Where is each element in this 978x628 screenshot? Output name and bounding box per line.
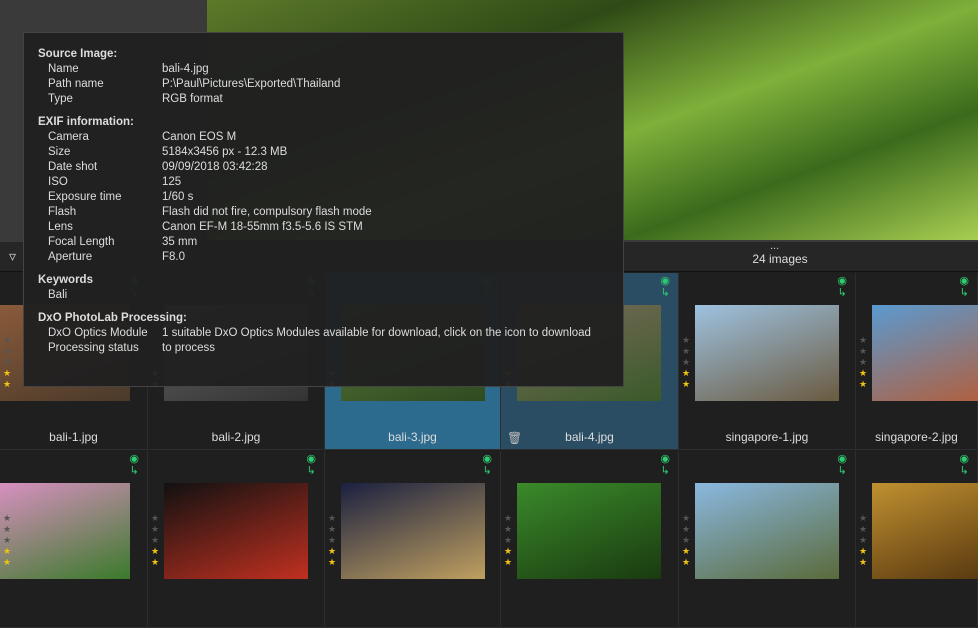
star-rating[interactable]: ★★★★★ [3, 513, 11, 568]
thumbnail-image [164, 483, 308, 579]
star-rating[interactable]: ★★★★★ [151, 513, 159, 568]
thumbnail-image [341, 483, 485, 579]
info-row: Date shot 09/09/2018 03:42:28 [38, 160, 609, 175]
image-info-tooltip: Source Image: Name bali-4.jpg Path name P:\P… [23, 32, 624, 387]
thumbnail-image [0, 483, 130, 579]
star-rating[interactable]: ★★★★★ [328, 513, 336, 568]
star-rating[interactable]: ★★★★★ [859, 335, 867, 390]
info-value: bali-4.jpg [162, 63, 209, 75]
info-label: Exposure time [48, 191, 122, 203]
info-label: Size [48, 146, 71, 158]
info-label: DxO Optics Module [48, 327, 148, 339]
info-row: Path name P:\Paul\Pictures\Exported\Thail… [38, 77, 609, 92]
info-row: Name bali-4.jpg [38, 62, 609, 77]
star-rating[interactable]: ★★★★★ [682, 513, 690, 568]
info-value: F8.0 [162, 251, 186, 263]
info-row: Type RGB format [38, 92, 609, 107]
info-label: ISO [48, 176, 68, 188]
star-rating[interactable]: ★★★★★ [682, 335, 690, 390]
info-label: Path name [48, 78, 104, 90]
thumbnail-cell[interactable]: ◉ ↳ ★ ★ ★ ★ ★ [679, 451, 856, 628]
star-rating[interactable]: ★★★★★ [504, 513, 512, 568]
thumbnail-cell[interactable]: ◉ ↳ ★ ★ ★ ★ ★ [325, 451, 501, 628]
thumbnail-filename: bali-4.jpg [565, 430, 614, 444]
info-row: Focal Length 35 mm [38, 235, 609, 250]
info-row: Size 5184x3456 px - 12.3 MB [38, 145, 609, 160]
info-value: P:\Paul\Pictures\Exported\Thailand [162, 78, 341, 90]
thumbnail-filename: bali-3.jpg [388, 430, 437, 444]
info-row: Camera Canon EOS M [38, 130, 609, 145]
info-value: 5184x3456 px - 12.3 MB [162, 146, 288, 158]
info-row: Processing status to process [38, 341, 609, 356]
info-row: Flash Flash did not fire, compulsory flas… [38, 205, 609, 220]
download-module-icon[interactable]: ◉↳ [129, 453, 139, 477]
thumbnail-cell[interactable]: ◉ ↳ ★ ★ ★ ★ ★ [501, 451, 679, 628]
info-label: Type [48, 93, 73, 105]
info-label: Focal Length [48, 236, 115, 248]
trash-icon[interactable]: 🗑 [507, 431, 522, 445]
info-value: Canon EF-M 18-55mm f3.5-5.6 IS STM [162, 221, 363, 233]
info-value: Flash did not fire, compulsory flash mod… [162, 206, 372, 218]
thumbnail-filename: bali-2.jpg [211, 430, 261, 444]
thumbnail-image [872, 483, 978, 579]
thumbnail-filename: bali-1.jpg [49, 430, 98, 444]
download-module-icon[interactable]: ◉↳ [837, 275, 847, 299]
thumbnail-image [872, 305, 978, 401]
keywords-heading: Keywords [38, 274, 93, 286]
info-value: 09/09/2018 03:42:28 [162, 161, 268, 173]
thumbnail-image [695, 305, 839, 401]
source-heading: Source Image: [38, 48, 118, 60]
info-value: RGB format [162, 93, 223, 105]
info-label: Flash [48, 206, 77, 218]
filter-icon[interactable]: ▿ [9, 248, 16, 265]
download-module-icon[interactable]: ◉↳ [959, 453, 969, 477]
info-label: Aperture [48, 251, 93, 263]
keyword-value: Bali [48, 289, 68, 301]
info-label: Name [48, 63, 79, 75]
info-label: Date shot [48, 161, 98, 173]
info-row: Exposure time 1/60 s [38, 190, 609, 205]
info-value: 1/60 s [162, 191, 194, 203]
download-module-icon[interactable]: ◉↳ [837, 453, 847, 477]
thumbnail-filename: singapore-1.jpg [725, 430, 809, 444]
thumbnail-filename: singapore-2.jpg [875, 430, 958, 444]
star-rating[interactable]: ★★★★★ [859, 513, 867, 568]
info-value: 35 mm [162, 236, 198, 248]
info-label: Camera [48, 131, 89, 143]
download-module-icon[interactable]: ◉↳ [959, 275, 969, 299]
info-label: Lens [48, 221, 73, 233]
image-count: 24 images [752, 252, 808, 266]
thumbnail-cell[interactable]: ◉ ↳ ★ ★ ★ ★ ★ [856, 451, 978, 628]
info-value: 1 suitable DxO Optics Modules available … [162, 327, 591, 339]
download-module-icon[interactable]: ◉↳ [482, 453, 492, 477]
info-row: Lens Canon EF-M 18-55mm f3.5-5.6 IS STM [38, 220, 609, 235]
download-module-icon[interactable]: ◉↳ [660, 275, 670, 299]
thumbnail-image [517, 483, 661, 579]
info-value: Canon EOS M [162, 131, 237, 143]
thumbnail-cell[interactable]: ◉ ↳ ★ ★ ★ ★ ★ [0, 451, 148, 628]
download-module-icon[interactable]: ◉↳ [306, 453, 316, 477]
info-row: DxO Optics Module 1 suitable DxO Optics M… [38, 326, 609, 341]
thumbnail-cell[interactable]: ◉ ↳ ★ ★ ★ ★ ★ singapore-1.jpg [679, 273, 856, 450]
info-row: Aperture F8.0 [38, 250, 609, 265]
info-value: 125 [162, 176, 182, 188]
more-handle[interactable]: ... [770, 240, 779, 252]
info-row: ISO 125 [38, 175, 609, 190]
processing-heading: DxO PhotoLab Processing: [38, 312, 187, 324]
exif-heading: EXIF information: [38, 116, 134, 128]
info-value: to process [162, 342, 216, 354]
star-rating[interactable]: ★★★★★ [3, 335, 11, 390]
info-label: Processing status [48, 342, 139, 354]
download-module-icon[interactable]: ◉↳ [660, 453, 670, 477]
thumbnail-cell[interactable]: ◉ ↳ ★ ★ ★ ★ ★ [148, 451, 325, 628]
thumbnail-cell[interactable]: ◉ ↳ ★ ★ ★ ★ ★ singapore-2.jpg [856, 273, 978, 450]
thumbnail-image [695, 483, 839, 579]
